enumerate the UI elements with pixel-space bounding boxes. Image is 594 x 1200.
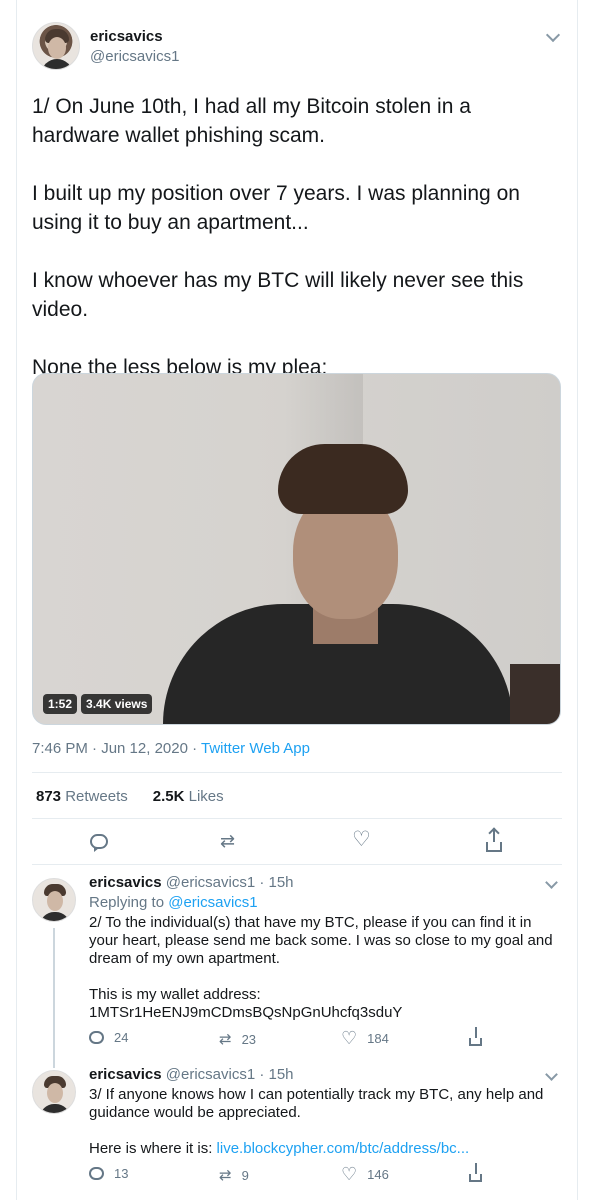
like-icon: ♡: [341, 1164, 358, 1184]
like-icon: ♡: [341, 1028, 358, 1048]
main-tweet: ericsavics @ericsavics1 1/ On June 10th,…: [32, 16, 562, 382]
tweet-meta: 7:46 PM · Jun 12, 2020 · Twitter Web App: [32, 740, 310, 757]
display-name[interactable]: ericsavics: [90, 28, 163, 45]
share-icon: [469, 1027, 482, 1046]
reply-text: 2/ To the individual(s) that have my BTC…: [89, 914, 553, 1021]
tweet-text: 1/ On June 10th, I had all my Bitcoin st…: [32, 95, 524, 379]
video-views: 3.4K views: [81, 694, 153, 714]
likes-stat[interactable]: 2.5K Likes: [153, 788, 224, 805]
like-count: 146: [367, 1166, 389, 1182]
reply-body: ericsavics @ericsavics1 · 15h 3/ If anyo…: [89, 1066, 559, 1158]
retweet-button[interactable]: ⇄ 9: [219, 1166, 249, 1184]
reply-button[interactable]: 13: [89, 1166, 128, 1181]
reply-actions: 24 ⇄ 23 ♡ 184: [89, 1027, 509, 1050]
share-icon: [469, 1163, 482, 1182]
display-name[interactable]: ericsavics: [89, 1066, 162, 1083]
avatar[interactable]: [32, 22, 80, 70]
video-badges: 1:52 3.4K views: [43, 694, 153, 714]
share-button[interactable]: [469, 1163, 482, 1182]
address-link[interactable]: live.blockcypher.com/btc/address/bc...: [217, 1140, 470, 1157]
reply-icon: [89, 1031, 104, 1044]
video-player[interactable]: 1:52 3.4K views: [32, 373, 561, 725]
divider: [32, 864, 562, 865]
reply-tweet[interactable]: ericsavics @ericsavics1 · 15h Replying t…: [32, 874, 562, 1068]
user-handle[interactable]: @ericsavics1: [90, 48, 179, 65]
share-button[interactable]: [469, 1027, 482, 1046]
tweet-header: ericsavics @ericsavics1: [32, 16, 562, 72]
handle-time[interactable]: @ericsavics1 · 15h: [166, 1066, 294, 1083]
video-duration: 1:52: [43, 694, 78, 714]
reply-count: 24: [114, 1030, 129, 1045]
reply-icon: [89, 1167, 104, 1180]
reply-button[interactable]: 24: [89, 1030, 128, 1045]
like-button[interactable]: ♡ 146: [341, 1164, 389, 1184]
divider: [32, 772, 562, 773]
likes-count: 2.5K: [152, 788, 185, 805]
retweets-count: 873: [36, 788, 62, 805]
like-count: 184: [367, 1030, 389, 1046]
reply-body: ericsavics @ericsavics1 · 15h Replying t…: [89, 874, 559, 1022]
divider: [32, 818, 562, 819]
replying-to-link[interactable]: @ericsavics1: [168, 894, 257, 911]
reply-icon[interactable]: [90, 834, 108, 852]
like-icon[interactable]: ♡: [352, 829, 371, 850]
reply-tweet[interactable]: ericsavics @ericsavics1 · 15h 3/ If anyo…: [32, 1066, 562, 1200]
retweet-count: 23: [241, 1031, 257, 1047]
avatar[interactable]: [32, 1070, 76, 1114]
avatar[interactable]: [32, 878, 76, 922]
likes-label: Likes: [188, 788, 224, 805]
reply-text: 3/ If anyone knows how I can potentially…: [89, 1086, 559, 1158]
replying-to: Replying to @ericsavics1: [89, 894, 559, 912]
engagement-counts: 873 Retweets 2.5K Likes: [36, 788, 224, 805]
video-chair: [510, 664, 560, 724]
retweet-count: 9: [241, 1167, 249, 1183]
share-icon[interactable]: [486, 830, 502, 852]
video-person-hair: [278, 444, 408, 514]
reply-actions: 13 ⇄ 9 ♡ 146: [89, 1163, 509, 1186]
thread-line: [53, 928, 55, 1068]
tweet-actions: ⇄ ♡: [32, 829, 562, 858]
retweets-label: Retweets: [65, 788, 128, 805]
retweet-icon: ⇄: [219, 1167, 232, 1184]
display-name[interactable]: ericsavics: [89, 874, 162, 891]
retweet-icon[interactable]: ⇄: [220, 832, 235, 850]
handle-time[interactable]: @ericsavics1 · 15h: [166, 874, 294, 891]
retweet-button[interactable]: ⇄ 23: [219, 1030, 256, 1048]
chevron-down-icon[interactable]: [545, 27, 561, 43]
reply-count: 13: [114, 1166, 129, 1181]
retweets-stat[interactable]: 873 Retweets: [36, 788, 128, 805]
retweet-icon: ⇄: [219, 1031, 232, 1048]
like-button[interactable]: ♡ 184: [341, 1028, 389, 1048]
tweet-source[interactable]: Twitter Web App: [201, 740, 310, 757]
replying-prefix: Replying to: [89, 894, 169, 911]
tweet-timestamp[interactable]: 7:46 PM · Jun 12, 2020 ·: [32, 740, 201, 757]
